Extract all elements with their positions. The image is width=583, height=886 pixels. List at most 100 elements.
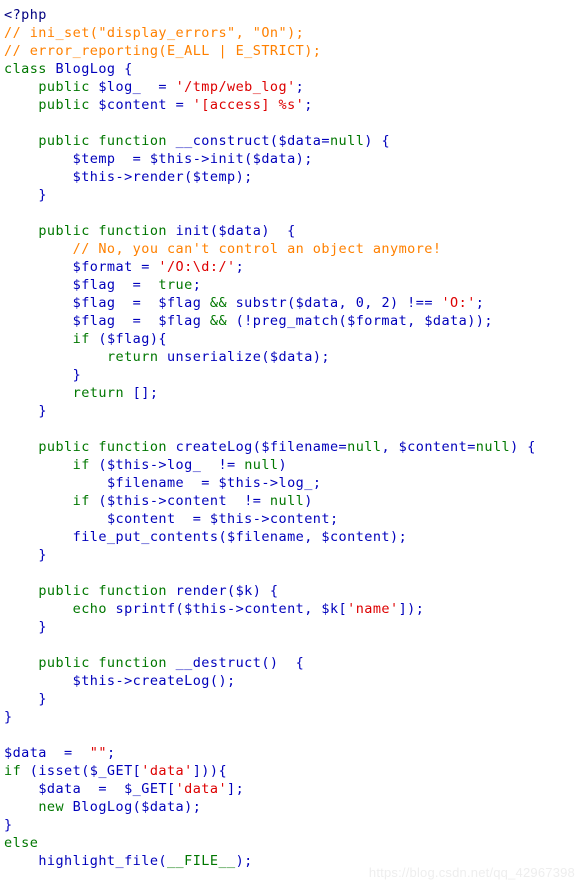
code-token-tag: <?php bbox=[4, 7, 47, 23]
code-token-default bbox=[116, 295, 133, 311]
code-token-var: ( bbox=[98, 493, 107, 509]
code-token-default bbox=[4, 691, 38, 707]
code-token-default bbox=[47, 745, 64, 761]
code-token-keyword: null bbox=[347, 439, 382, 455]
code-line: $flag = $flag && substr($data, 0, 2) !==… bbox=[4, 294, 583, 312]
code-token-var: ])){ bbox=[192, 763, 228, 779]
code-token-var: $temp bbox=[72, 151, 116, 167]
code-token-keyword: new bbox=[38, 799, 65, 815]
code-token-default bbox=[201, 313, 210, 329]
code-token-var: 2) bbox=[381, 295, 399, 311]
code-token-var: -> bbox=[149, 493, 167, 509]
code-token-var: unserialize( bbox=[166, 349, 270, 365]
code-token-var: = bbox=[64, 745, 82, 761]
code-token-var: ); bbox=[295, 151, 313, 167]
code-token-var: )); bbox=[467, 313, 493, 329]
code-token-var: $format bbox=[347, 313, 408, 329]
code-token-var: , bbox=[381, 439, 399, 455]
code-token-var: $content bbox=[106, 511, 176, 527]
code-token-keyword: return bbox=[72, 385, 125, 401]
code-token-var: log_ bbox=[166, 457, 202, 473]
code-line: else bbox=[4, 834, 583, 852]
code-token-var: $this bbox=[72, 169, 116, 185]
code-token-var: $flag bbox=[72, 277, 116, 293]
code-token-var: -> bbox=[149, 457, 167, 473]
code-line: // No, you can't control an object anymo… bbox=[4, 240, 583, 258]
code-token-var: $flag bbox=[72, 295, 116, 311]
code-token-default bbox=[167, 583, 176, 599]
code-line: file_put_contents($filename, $content); bbox=[4, 528, 583, 546]
code-token-var: $temp bbox=[192, 169, 236, 185]
code-token-default bbox=[124, 385, 133, 401]
code-token-var: != bbox=[244, 493, 270, 509]
code-token-var: = bbox=[132, 295, 150, 311]
code-token-var: $this bbox=[106, 493, 150, 509]
code-token-default bbox=[4, 259, 73, 275]
code-token-default bbox=[4, 781, 38, 797]
code-token-var: __destruct() bbox=[175, 655, 279, 671]
code-token-var: (! bbox=[235, 313, 253, 329]
code-token-var: BlogLog( bbox=[72, 799, 142, 815]
code-token-default bbox=[116, 151, 133, 167]
code-token-default bbox=[64, 799, 73, 815]
code-token-var: , bbox=[407, 313, 425, 329]
code-line: public function __construct($data=null) … bbox=[4, 132, 583, 150]
code-token-var: -> bbox=[115, 673, 133, 689]
code-line: $content = $this->content; bbox=[4, 510, 583, 528]
code-token-keyword: public bbox=[38, 133, 90, 149]
code-token-var: } bbox=[4, 817, 13, 833]
code-token-var: $data bbox=[278, 133, 322, 149]
code-token-default bbox=[141, 79, 158, 95]
code-token-keyword: public bbox=[38, 97, 90, 113]
code-token-var: { bbox=[269, 583, 279, 599]
code-token-var: init( bbox=[175, 223, 219, 239]
code-token-default bbox=[81, 745, 90, 761]
code-token-default bbox=[4, 241, 73, 257]
code-line: } bbox=[4, 816, 583, 834]
code-token-var: $filename bbox=[227, 529, 305, 545]
code-token-var: -> bbox=[252, 511, 270, 527]
code-token-var: content bbox=[244, 601, 305, 617]
code-token-default bbox=[4, 547, 38, 563]
code-line: } bbox=[4, 690, 583, 708]
code-token-var: [ bbox=[132, 763, 142, 779]
code-token-var: = bbox=[132, 277, 150, 293]
code-token-var: log_ bbox=[278, 475, 313, 491]
code-token-var: } bbox=[38, 619, 47, 635]
code-token-var: $this bbox=[106, 457, 150, 473]
code-token-keyword: function bbox=[98, 133, 167, 149]
code-line: new BlogLog($data); bbox=[4, 798, 583, 816]
code-token-default bbox=[4, 169, 73, 185]
code-token-var: -> bbox=[227, 601, 245, 617]
code-token-string: '[access] %s' bbox=[192, 97, 305, 113]
code-token-default bbox=[4, 385, 73, 401]
code-token-var: ); bbox=[184, 799, 202, 815]
code-token-var: $flag bbox=[106, 331, 150, 347]
code-token-default bbox=[4, 493, 73, 509]
code-token-var: = bbox=[175, 97, 193, 113]
code-token-var: , bbox=[304, 601, 322, 617]
code-line: public $content = '[access] %s'; bbox=[4, 96, 583, 114]
code-line: if (isset($_GET['data'])){ bbox=[4, 762, 583, 780]
code-token-default bbox=[4, 313, 73, 329]
code-token-string: 'data' bbox=[175, 781, 228, 797]
code-token-var: ; bbox=[304, 97, 313, 113]
code-line: $format = '/O:\d:/'; bbox=[4, 258, 583, 276]
code-token-default bbox=[4, 367, 73, 383]
code-token-var: { bbox=[124, 61, 133, 77]
code-token-var: -> bbox=[192, 151, 210, 167]
code-token-default bbox=[4, 457, 73, 473]
code-line: } bbox=[4, 186, 583, 204]
code-token-default bbox=[167, 223, 176, 239]
code-line: $flag = true; bbox=[4, 276, 583, 294]
code-token-var: ; bbox=[312, 475, 322, 491]
code-token-var: -> bbox=[115, 169, 133, 185]
code-token-default bbox=[270, 223, 287, 239]
code-token-default bbox=[21, 763, 30, 779]
code-token-default bbox=[167, 97, 176, 113]
code-token-default bbox=[4, 133, 38, 149]
code-token-var: [ bbox=[166, 781, 176, 797]
code-token-var: BlogLog bbox=[55, 61, 116, 77]
code-line: $data = $_GET['data']; bbox=[4, 780, 583, 798]
code-line: $this->render($temp); bbox=[4, 168, 583, 186]
